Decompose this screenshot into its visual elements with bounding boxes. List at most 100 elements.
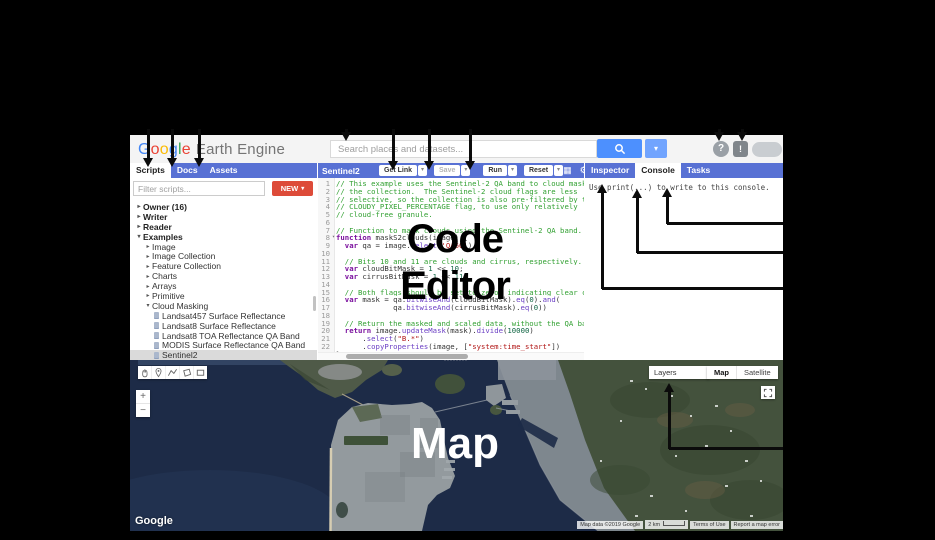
annotation-arrowhead (662, 188, 672, 197)
map-zoom-control: + − (136, 390, 150, 417)
tree-item-label: Sentinel2 (162, 350, 197, 360)
chevron-collapsed-icon: ▸ (144, 243, 152, 250)
tree-group-item[interactable]: ▸Image Collection (130, 251, 317, 261)
annotation-arrowhead (341, 132, 351, 141)
code-line-text: .copyProperties(image, ["system:time_sta… (336, 343, 584, 351)
search-icon (614, 143, 626, 155)
tab-tasks[interactable]: Tasks (681, 163, 716, 178)
code-line-text: return image.updateMask(mask).divide(100… (336, 327, 584, 335)
chevron-collapsed-icon: ▸ (135, 223, 143, 230)
tab-inspector[interactable]: Inspector (585, 163, 635, 178)
logo-product-name: Earth Engine (196, 141, 285, 158)
tree-group-item[interactable]: ▸Feature Collection (130, 261, 317, 271)
help-button[interactable]: ? (713, 141, 729, 157)
script-tree-item[interactable]: Landsat8 Surface Reflectance (130, 321, 317, 331)
tree-group-item[interactable]: ▸Charts (130, 271, 317, 281)
profile-pill[interactable] (752, 142, 782, 157)
script-tree-item[interactable]: MODIS Surface Reflectance QA Band (130, 340, 317, 350)
tree-item-label: Landsat8 TOA Reflectance QA Band (162, 331, 300, 341)
tree-item-label: Arrays (152, 281, 177, 291)
tree-group-item[interactable]: ▸Primitive (130, 291, 317, 301)
code-line[interactable]: 21 .select("B.*") (318, 335, 584, 343)
filter-scripts-input[interactable] (133, 181, 265, 196)
tab-console[interactable]: Console (635, 163, 681, 178)
tree-item-label: Feature Collection (152, 261, 221, 271)
new-script-button[interactable]: NEW ▾ (272, 181, 313, 196)
zoom-out-button[interactable]: − (136, 403, 150, 417)
script-file-icon (154, 312, 159, 319)
apps-grid-icon[interactable]: ▦ (563, 163, 572, 178)
fullscreen-button[interactable] (761, 386, 775, 399)
code-line[interactable]: 22 .copyProperties(image, ["system:time_… (318, 343, 584, 351)
annotation-arrowhead (388, 161, 398, 170)
annotation-arrow-console (636, 198, 639, 253)
run-button[interactable]: Run (483, 165, 507, 176)
draw-polygon-tool[interactable] (180, 366, 194, 379)
map-type-control: Map Satellite (707, 366, 778, 379)
annotation-arrowhead (167, 158, 177, 167)
run-dropdown[interactable]: ▾ (508, 165, 517, 176)
editor-hscrollbar-thumb[interactable] (346, 354, 468, 359)
code-line[interactable]: 1// This example uses the Sentinel-2 QA … (318, 180, 584, 188)
tree-item-label: Writer (143, 212, 167, 222)
tree-item-label: Owner (16) (143, 202, 187, 212)
panel-splitter-handle[interactable]: ········ (430, 360, 482, 364)
chevron-collapsed-icon: ▸ (135, 203, 143, 210)
map-attribution-bar: Map data ©2019 Google 2 km Terms of Use … (577, 520, 783, 529)
map-type-satellite-button[interactable]: Satellite (737, 366, 778, 379)
get-link-button[interactable]: Get Link (379, 165, 417, 176)
feedback-button[interactable]: ! (733, 141, 748, 157)
tab-assets[interactable]: Assets (204, 163, 244, 178)
search-dropdown-button[interactable]: ▾ (645, 139, 667, 158)
tree-group-item[interactable]: ▾Examples (130, 232, 317, 242)
chevron-collapsed-icon: ▸ (144, 273, 152, 280)
reset-dropdown[interactable]: ▾ (554, 165, 563, 176)
save-button[interactable]: Save (434, 165, 460, 176)
scripts-scrollbar[interactable] (313, 296, 316, 311)
chevron-down-icon: ▾ (301, 185, 304, 192)
polygon-icon (181, 367, 192, 378)
draw-line-tool[interactable] (166, 366, 180, 379)
search-button[interactable] (597, 139, 642, 158)
editor-hscrollbar-track[interactable] (318, 352, 584, 360)
annotation-arrow-scripts (147, 129, 150, 158)
tree-group-item[interactable]: ▾Cloud Masking (130, 301, 317, 311)
map-scale: 2 km (645, 520, 688, 529)
pin-icon (153, 367, 164, 378)
reset-button[interactable]: Reset (524, 165, 553, 176)
search-input[interactable] (330, 140, 597, 158)
code-line[interactable]: 2// the collection. The Sentinel-2 cloud… (318, 188, 584, 196)
tree-group-item[interactable]: ▸Owner (16) (130, 202, 317, 212)
tree-item-label: Image Collection (152, 251, 215, 261)
new-button-label: NEW (281, 184, 299, 193)
pan-hand-tool[interactable] (138, 366, 152, 379)
tree-group-item[interactable]: ▸Writer (130, 212, 317, 222)
logo-letter: o (151, 141, 160, 158)
code-line[interactable]: 20 return image.updateMask(mask).divide(… (318, 327, 584, 335)
script-tree-item[interactable]: Landsat457 Surface Reflectance (130, 311, 317, 321)
chevron-collapsed-icon: ▸ (144, 253, 152, 260)
tree-group-item[interactable]: ▸Arrays (130, 281, 317, 291)
code-line[interactable]: 3// selective, so the collection is also… (318, 196, 584, 204)
script-tree-item[interactable]: Landsat8 TOA Reflectance QA Band (130, 331, 317, 341)
script-tree-item[interactable]: Sentinel2 (130, 350, 317, 360)
layers-button[interactable]: Layers (649, 366, 709, 379)
terms-of-use-link[interactable]: Terms of Use (690, 521, 728, 529)
map-type-map-button[interactable]: Map (707, 366, 737, 379)
annotation-arrowhead (737, 132, 747, 141)
code-line[interactable]: 18 (318, 312, 584, 320)
report-map-error-link[interactable]: Report a map error (731, 521, 783, 529)
code-editor-annotation-label: Code Editor (365, 216, 545, 310)
annotation-arrow-assets (198, 129, 201, 158)
polyline-icon (167, 367, 178, 378)
code-line[interactable]: 19 // Return the masked and scaled data,… (318, 320, 584, 328)
tree-item-label: Reader (143, 222, 172, 232)
code-line[interactable]: 4// CLOUDY_PIXEL_PERCENTAGE flag, to use… (318, 203, 584, 211)
draw-rectangle-tool[interactable] (194, 366, 207, 379)
tree-group-item[interactable]: ▸Image (130, 242, 317, 252)
scale-bar (663, 521, 685, 526)
zoom-in-button[interactable]: + (136, 390, 150, 403)
tree-group-item[interactable]: ▸Reader (130, 222, 317, 232)
placemark-tool[interactable] (152, 366, 166, 379)
tree-item-label: Cloud Masking (152, 301, 208, 311)
